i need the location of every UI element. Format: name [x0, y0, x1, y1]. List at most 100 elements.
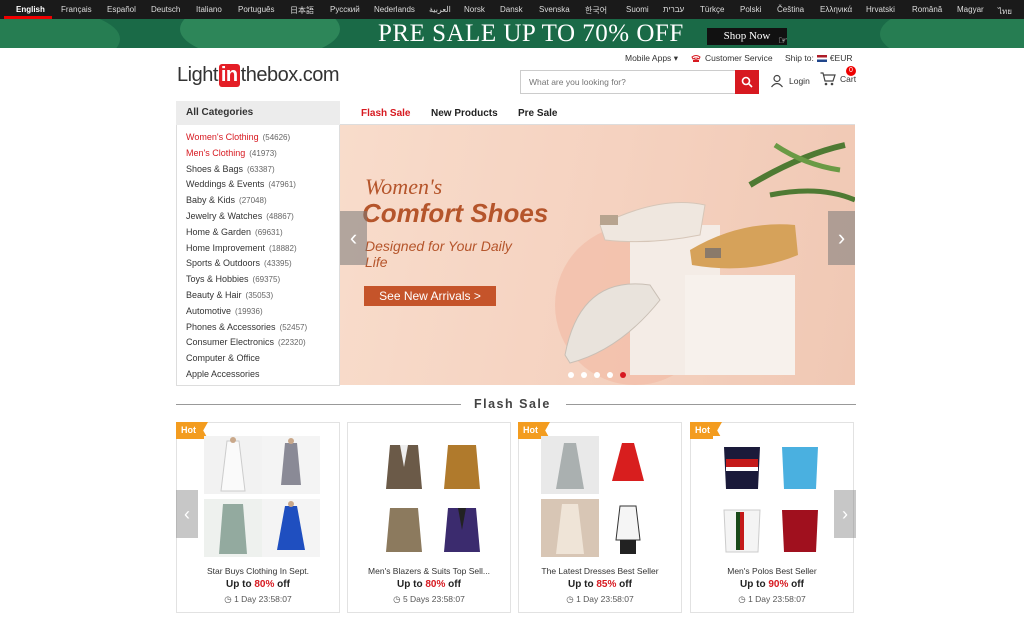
- logo-light: Light: [177, 64, 218, 86]
- product-card[interactable]: Hot The Latest Dresses Best Seller Up to…: [518, 422, 682, 613]
- product-card[interactable]: Men's Blazers & Suits Top Sell... Up to …: [347, 422, 511, 613]
- carousel-dot[interactable]: [607, 372, 613, 378]
- login-link[interactable]: Login: [770, 74, 810, 88]
- category-count: (41973): [249, 148, 277, 158]
- lang-french[interactable]: Français: [61, 5, 92, 14]
- ship-to-selector[interactable]: Ship to: €EUR: [785, 53, 853, 63]
- lang-german[interactable]: Deutsch: [151, 5, 180, 14]
- carousel-dot-active[interactable]: [620, 372, 626, 378]
- lang-hungarian[interactable]: Magyar: [957, 5, 984, 14]
- lang-japanese[interactable]: 日本語: [290, 5, 314, 16]
- category-item[interactable]: Jewelry & Watches (48867): [186, 209, 307, 225]
- leaf-decoration: [0, 19, 120, 48]
- category-label: Sports & Outdoors: [186, 258, 261, 269]
- category-label: Apple Accessories: [186, 368, 260, 379]
- price-suffix: off: [445, 579, 461, 590]
- countdown-text: 1 Day 23:58:07: [234, 594, 292, 604]
- category-item[interactable]: Automotive (19936): [186, 304, 307, 320]
- customer-service-label: Customer Service: [705, 53, 773, 63]
- promo-banner[interactable]: PRE SALE UP TO 70% OFF: [0, 19, 1024, 48]
- cart-icon: [820, 72, 836, 86]
- countdown-text: 1 Day 23:58:07: [748, 594, 806, 604]
- lang-english[interactable]: English: [16, 5, 45, 14]
- product-card[interactable]: Hot Men's Polos Best Seller Up to 90% of…: [690, 422, 854, 613]
- customer-service-link[interactable]: Customer Service: [691, 53, 773, 63]
- see-new-arrivals-button[interactable]: See New Arrivals >: [364, 286, 496, 306]
- carousel-dots: [568, 372, 626, 378]
- lang-croatian[interactable]: Hrvatski: [866, 5, 895, 14]
- category-count: (63387): [247, 164, 275, 174]
- lang-danish[interactable]: Dansk: [500, 5, 523, 14]
- lang-korean[interactable]: 한국어: [585, 5, 607, 16]
- product-thumbnail: [599, 436, 657, 494]
- category-item[interactable]: Consumer Electronics (22320): [186, 335, 307, 351]
- category-item[interactable]: Phones & Accessories (52457): [186, 320, 307, 336]
- category-label: Shoes & Bags: [186, 163, 244, 174]
- clock-icon: ◷: [738, 594, 746, 604]
- product-thumbnail: [433, 436, 491, 494]
- lang-romanian[interactable]: Română: [912, 5, 942, 14]
- category-item[interactable]: Toys & Hobbies (69375): [186, 272, 307, 288]
- carousel-prev-icon[interactable]: ‹: [340, 211, 367, 265]
- lang-arabic[interactable]: العربية: [429, 5, 451, 14]
- category-item[interactable]: Computer & Office: [186, 351, 307, 367]
- lang-turkish[interactable]: Türkçe: [700, 5, 724, 14]
- login-label: Login: [789, 76, 810, 86]
- search-input[interactable]: [520, 70, 735, 94]
- section-tabs: Flash Sale New Products Pre Sale: [340, 101, 855, 125]
- clock-icon: ◷: [566, 594, 574, 604]
- lang-portuguese[interactable]: Português: [238, 5, 274, 14]
- lang-finnish[interactable]: Suomi: [626, 5, 649, 14]
- carousel-dot[interactable]: [581, 372, 587, 378]
- category-item[interactable]: Men's Clothing (41973): [186, 146, 307, 162]
- flash-sale-next-icon[interactable]: ›: [834, 490, 856, 538]
- lang-greek[interactable]: Ελληνικά: [820, 5, 852, 14]
- hero-carousel[interactable]: Women's Comfort Shoes Designed for Your …: [340, 125, 855, 385]
- lang-hebrew[interactable]: עברית: [663, 5, 684, 14]
- tab-pre-sale[interactable]: Pre Sale: [518, 108, 557, 119]
- category-item[interactable]: Apple Accessories: [186, 367, 307, 383]
- lang-swedish[interactable]: Svenska: [539, 5, 570, 14]
- carousel-dot[interactable]: [568, 372, 574, 378]
- category-item[interactable]: Baby & Kids (27048): [186, 193, 307, 209]
- lang-norwegian[interactable]: Norsk: [464, 5, 485, 14]
- category-list: Women's Clothing (54626) Men's Clothing (4…: [186, 130, 307, 383]
- category-item[interactable]: Shoes & Bags (63387): [186, 162, 307, 178]
- category-item[interactable]: Sports & Outdoors (43395): [186, 256, 307, 272]
- category-count: (18882): [269, 243, 297, 253]
- tab-new-products[interactable]: New Products: [431, 108, 498, 119]
- carousel-next-icon[interactable]: ›: [828, 211, 855, 265]
- category-item[interactable]: Beauty & Hair (35053): [186, 288, 307, 304]
- lang-polish[interactable]: Polski: [740, 5, 761, 14]
- all-categories-heading[interactable]: All Categories: [176, 101, 340, 125]
- lang-spanish[interactable]: Español: [107, 5, 136, 14]
- lang-czech[interactable]: Čeština: [777, 5, 804, 14]
- price-prefix: Up to: [226, 579, 255, 590]
- site-logo[interactable]: Light in thebox.com: [177, 64, 340, 87]
- lang-thai[interactable]: ไทย: [998, 5, 1012, 18]
- category-count: (27048): [239, 196, 267, 206]
- search-button[interactable]: [735, 70, 759, 94]
- discount-text: Up to 85% off: [519, 579, 681, 590]
- lang-russian[interactable]: Русский: [330, 5, 360, 14]
- price-suffix: off: [274, 579, 290, 590]
- promo-text: PRE SALE UP TO 70% OFF: [378, 20, 684, 47]
- category-item[interactable]: Home & Garden (69631): [186, 225, 307, 241]
- countdown: ◷ 1 Day 23:58:07: [519, 594, 681, 605]
- category-item[interactable]: Weddings & Events (47961): [186, 177, 307, 193]
- category-item[interactable]: Women's Clothing (54626): [186, 130, 307, 146]
- mobile-apps-link[interactable]: Mobile Apps ▾: [625, 53, 678, 64]
- product-thumbnail: [541, 499, 599, 557]
- category-item[interactable]: Home Improvement (18882): [186, 241, 307, 257]
- user-icon: [771, 74, 783, 88]
- category-count: (43395): [264, 259, 292, 269]
- tab-flash-sale[interactable]: Flash Sale: [361, 108, 410, 119]
- flash-sale-prev-icon[interactable]: ‹: [176, 490, 198, 538]
- product-card[interactable]: Hot Star Buys Clothing In Sept. Up to 80…: [176, 422, 340, 613]
- carousel-dot[interactable]: [594, 372, 600, 378]
- product-thumbnail: [204, 436, 262, 494]
- lang-dutch[interactable]: Nederlands: [374, 5, 415, 14]
- lang-italian[interactable]: Italiano: [196, 5, 222, 14]
- shop-now-button[interactable]: Shop Now: [707, 28, 787, 45]
- phone-icon: [691, 54, 701, 62]
